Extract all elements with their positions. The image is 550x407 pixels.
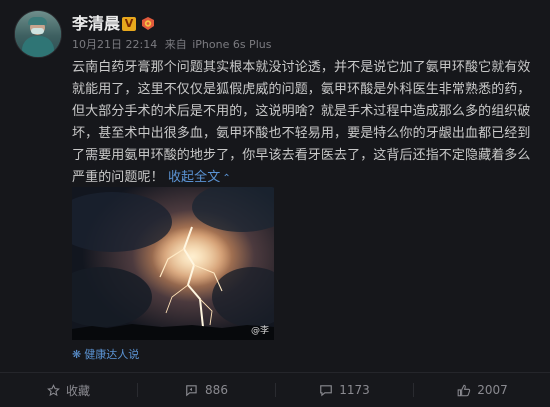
repost-count: 886 xyxy=(205,383,228,397)
weibo-post: 李清晨 V 10月21日 22:14 来自 iPhone 6s Plus 云南白… xyxy=(0,0,550,407)
comment-count: 1173 xyxy=(339,383,370,397)
post-content: 云南白药牙膏那个问题其实根本就没讨论透，并不是说它加了氨甲环酸它就有效就能用了，… xyxy=(72,57,532,190)
post-source-prefix: 来自 xyxy=(164,38,187,51)
comment-button[interactable]: 1173 xyxy=(276,373,413,407)
lightning-storm-image xyxy=(72,187,274,340)
chevron-up-icon: ⌃ xyxy=(222,173,231,184)
repost-icon xyxy=(185,384,199,397)
level-badge-icon xyxy=(142,17,154,30)
thumbs-up-icon xyxy=(457,384,471,397)
collapse-link[interactable]: 收起全文 ⌃ xyxy=(168,170,231,185)
comment-icon xyxy=(319,384,333,397)
user-name[interactable]: 李清晨 xyxy=(72,14,120,34)
action-bar: 收藏 886 1173 2007 xyxy=(0,372,550,407)
avatar[interactable] xyxy=(14,10,62,58)
post-date[interactable]: 10月21日 22:14 xyxy=(72,38,157,51)
star-icon xyxy=(47,383,60,397)
topic-link[interactable]: ❋ 健康达人说 xyxy=(72,348,139,362)
vip-badge-icon: V xyxy=(122,17,136,31)
flower-icon: ❋ xyxy=(72,348,82,361)
like-button[interactable]: 2007 xyxy=(414,373,550,407)
post-image[interactable]: @李 xyxy=(72,187,274,340)
favorite-button[interactable]: 收藏 xyxy=(0,373,137,407)
post-text: 云南白药牙膏那个问题其实根本就没讨论透，并不是说它加了氨甲环酸它就有效就能用了，… xyxy=(72,60,531,185)
like-count: 2007 xyxy=(477,383,508,397)
post-source: iPhone 6s Plus xyxy=(192,38,272,51)
post-meta: 10月21日 22:14 来自 iPhone 6s Plus xyxy=(72,38,271,52)
favorite-label: 收藏 xyxy=(65,383,90,398)
image-watermark: @李 xyxy=(250,326,269,336)
repost-button[interactable]: 886 xyxy=(138,373,275,407)
